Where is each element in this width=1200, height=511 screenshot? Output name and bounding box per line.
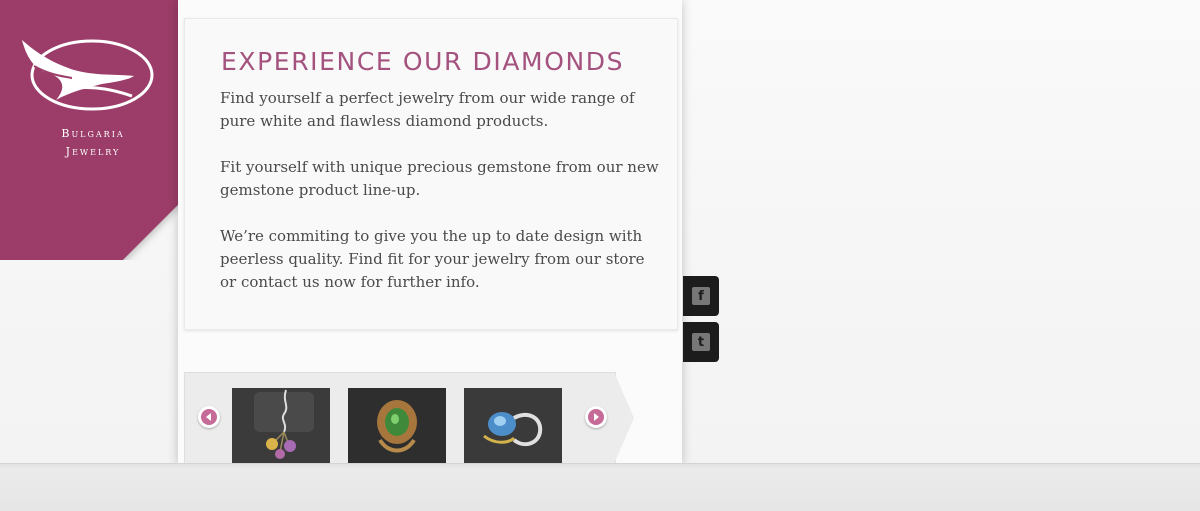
emerald-ring-image — [348, 388, 446, 465]
intro-paragraph-1: Find yourself a perfect jewelry from our… — [220, 89, 635, 130]
brand-name-line2: Jewelry — [65, 145, 121, 158]
footer-band — [0, 463, 1200, 511]
facebook-button[interactable]: f — [683, 276, 719, 316]
tumblr-icon: t — [692, 333, 710, 351]
page-title: EXPERIENCE OUR DIAMONDS — [221, 47, 625, 76]
chevron-left-icon — [201, 409, 217, 425]
carousel-item-pendant[interactable] — [232, 388, 330, 465]
logo-link[interactable] — [16, 30, 156, 119]
tumblr-button[interactable]: t — [683, 322, 719, 362]
sapphire-ring-image — [464, 388, 562, 465]
intro-paragraph-2: Fit yourself with unique precious gemsto… — [220, 158, 659, 199]
brand-name: Bulgaria Jewelry — [38, 125, 148, 161]
brand-name-line1: Bulgaria — [61, 127, 125, 140]
carousel-prev-button[interactable] — [198, 406, 220, 428]
pendant-necklace-image — [232, 388, 330, 465]
carousel-item-emerald-ring[interactable] — [348, 388, 446, 465]
bird-emblem-icon — [22, 39, 154, 111]
intro-box: EXPERIENCE OUR DIAMONDS Find yourself a … — [184, 18, 678, 330]
carousel-next-button[interactable] — [585, 406, 607, 428]
chevron-right-icon — [588, 409, 604, 425]
facebook-icon: f — [692, 287, 710, 305]
carousel-item-sapphire-ring[interactable] — [464, 388, 562, 465]
main-panel: EXPERIENCE OUR DIAMONDS Find yourself a … — [178, 0, 682, 467]
carousel-tip — [614, 372, 634, 464]
intro-paragraph-3: We’re commiting to give you the up to da… — [220, 227, 645, 291]
